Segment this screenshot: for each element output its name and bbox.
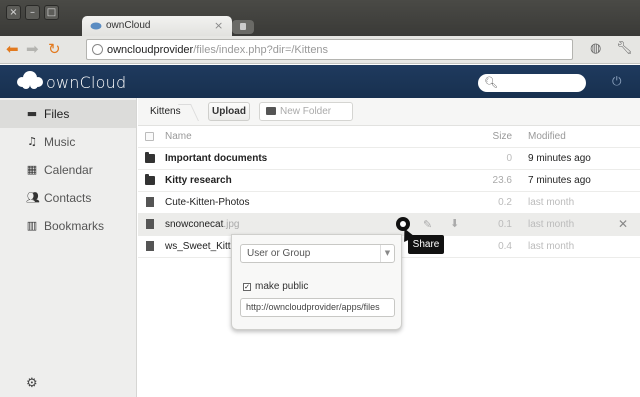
share-dropdown: User or Group ▼ ✓ make public http://own… bbox=[231, 234, 402, 330]
globe-icon bbox=[92, 44, 103, 55]
new-tab-button[interactable] bbox=[232, 20, 254, 34]
make-public-checkbox[interactable]: ✓ bbox=[243, 283, 251, 291]
settings-gear-icon[interactable]: ⚙ bbox=[26, 376, 38, 391]
file-modified: 7 minutes ago bbox=[528, 175, 591, 186]
owncloud-favicon-icon bbox=[90, 22, 102, 30]
upload-button[interactable]: Upload bbox=[208, 102, 250, 121]
file-size: 0.2 bbox=[498, 197, 512, 208]
forward-arrow-icon[interactable]: ➡ bbox=[26, 41, 39, 57]
file-name[interactable]: snowconecat.jpg bbox=[165, 219, 240, 230]
file-name[interactable]: Cute-Kitten-Photos bbox=[165, 197, 250, 208]
sidebar-item-files[interactable]: ▬ Files bbox=[0, 100, 136, 128]
sidebar-item-label: Music bbox=[44, 135, 76, 149]
sidebar-item-label: Bookmarks bbox=[44, 219, 105, 233]
tab-title: ownCloud bbox=[106, 20, 151, 31]
browser-tab[interactable]: ownCloud × bbox=[82, 16, 232, 36]
delete-icon[interactable]: ✕ bbox=[618, 217, 628, 231]
files-icon: ▬ bbox=[26, 107, 38, 120]
sidebar-item-music[interactable]: ♫ Music bbox=[0, 128, 136, 156]
new-folder-label: New Folder bbox=[280, 106, 332, 117]
search-input[interactable]: 🔍︎ bbox=[478, 74, 586, 92]
extension-icon[interactable]: ◍ bbox=[590, 41, 601, 56]
file-basename: snowconecat bbox=[165, 219, 224, 230]
contacts-icon: 👥︎ bbox=[26, 191, 40, 204]
files-controls: Kittens Upload New Folder bbox=[138, 98, 640, 126]
sidebar-item-contacts[interactable]: 👥︎ Contacts bbox=[0, 184, 136, 212]
file-name[interactable]: Important documents bbox=[165, 153, 267, 164]
column-header-modified[interactable]: Modified bbox=[528, 131, 566, 142]
column-header-name[interactable]: Name bbox=[165, 131, 192, 142]
rename-pencil-icon[interactable]: ✎ bbox=[423, 218, 432, 231]
sidebar-item-calendar[interactable]: ▦ Calendar bbox=[0, 156, 136, 184]
table-row[interactable]: Cute-Kitten-Photos 0.2 last month bbox=[138, 192, 640, 214]
music-icon: ♫ bbox=[27, 135, 37, 148]
url-text: owncloudprovider/files/index.php?dir=/Ki… bbox=[107, 44, 328, 56]
column-header-size[interactable]: Size bbox=[472, 131, 512, 142]
url-host: owncloudprovider bbox=[107, 44, 194, 56]
url-path: /files/index.php?dir=/Kittens bbox=[193, 44, 329, 56]
table-row[interactable]: Important documents 0 9 minutes ago bbox=[138, 148, 640, 170]
folder-icon bbox=[266, 107, 276, 115]
reload-icon[interactable]: ↻ bbox=[48, 41, 61, 57]
folder-icon bbox=[145, 174, 155, 185]
browser-toolbar: ⬅ ➡ ↻ owncloudprovider/files/index.php?d… bbox=[0, 36, 640, 64]
window-close-button[interactable]: × bbox=[6, 5, 21, 20]
file-name[interactable]: ws_Sweet_Kitte bbox=[165, 241, 236, 252]
table-row[interactable]: Kitty research 23.6 7 minutes ago bbox=[138, 170, 640, 192]
window-maximize-button[interactable]: □ bbox=[44, 5, 59, 20]
sidebar-item-label: Contacts bbox=[44, 191, 92, 205]
search-icon: 🔍︎ bbox=[484, 76, 498, 89]
make-public-label: make public bbox=[255, 281, 309, 292]
owncloud-header: ownCloud 🔍︎ ⏻ bbox=[0, 65, 640, 98]
sidebar-item-label: Files bbox=[44, 107, 70, 121]
logout-icon[interactable]: ⏻ bbox=[612, 74, 622, 89]
share-with-placeholder: User or Group bbox=[247, 248, 311, 259]
file-icon bbox=[146, 241, 154, 251]
window-titlebar: × – □ ownCloud × bbox=[0, 0, 640, 36]
file-extension: .jpg bbox=[223, 219, 240, 230]
file-modified: 9 minutes ago bbox=[528, 153, 591, 164]
public-link-field[interactable]: http://owncloudprovider/apps/files bbox=[240, 298, 395, 317]
table-row[interactable]: snowconecat.jpg ✎ ⬇ 0.1 last month ✕ bbox=[138, 214, 640, 236]
file-icon bbox=[146, 197, 154, 207]
window-controls: × – □ bbox=[6, 5, 59, 20]
share-tooltip: Share bbox=[408, 235, 444, 254]
file-size: 0.1 bbox=[498, 219, 512, 230]
calendar-icon: ▦ bbox=[26, 163, 38, 176]
sidebar: ▬ Files ♫ Music ▦ Calendar 👥︎ Contacts ▥… bbox=[0, 98, 137, 397]
sidebar-item-label: Calendar bbox=[44, 163, 93, 177]
file-modified: last month bbox=[528, 197, 575, 208]
file-modified: last month bbox=[528, 241, 575, 252]
address-bar[interactable]: owncloudprovider/files/index.php?dir=/Ki… bbox=[86, 39, 573, 60]
chevron-down-icon: ▼ bbox=[380, 245, 394, 262]
window-minimize-button[interactable]: – bbox=[25, 5, 40, 20]
download-icon[interactable]: ⬇ bbox=[450, 217, 459, 230]
file-size: 23.6 bbox=[492, 175, 512, 186]
breadcrumb[interactable]: Kittens bbox=[144, 102, 195, 122]
folder-icon bbox=[145, 152, 155, 163]
new-folder-button[interactable]: New Folder bbox=[259, 102, 353, 121]
wrench-icon[interactable]: 🔧︎ bbox=[616, 41, 633, 56]
table-header-row: Name Size Modified bbox=[138, 126, 640, 148]
file-size: 0 bbox=[506, 153, 512, 164]
back-arrow-icon[interactable]: ⬅ bbox=[6, 41, 19, 57]
owncloud-logo-icon bbox=[17, 71, 43, 89]
file-icon bbox=[146, 219, 154, 229]
bookmarks-icon: ▥ bbox=[26, 219, 38, 232]
tab-close-icon[interactable]: × bbox=[214, 19, 223, 32]
owncloud-logo-text: ownCloud bbox=[46, 73, 127, 92]
share-with-select[interactable]: User or Group ▼ bbox=[240, 244, 395, 263]
file-size: 0.4 bbox=[498, 241, 512, 252]
file-name[interactable]: Kitty research bbox=[165, 175, 232, 186]
select-all-checkbox[interactable] bbox=[145, 132, 154, 141]
sidebar-item-bookmarks[interactable]: ▥ Bookmarks bbox=[0, 212, 136, 240]
file-modified: last month bbox=[528, 219, 575, 230]
